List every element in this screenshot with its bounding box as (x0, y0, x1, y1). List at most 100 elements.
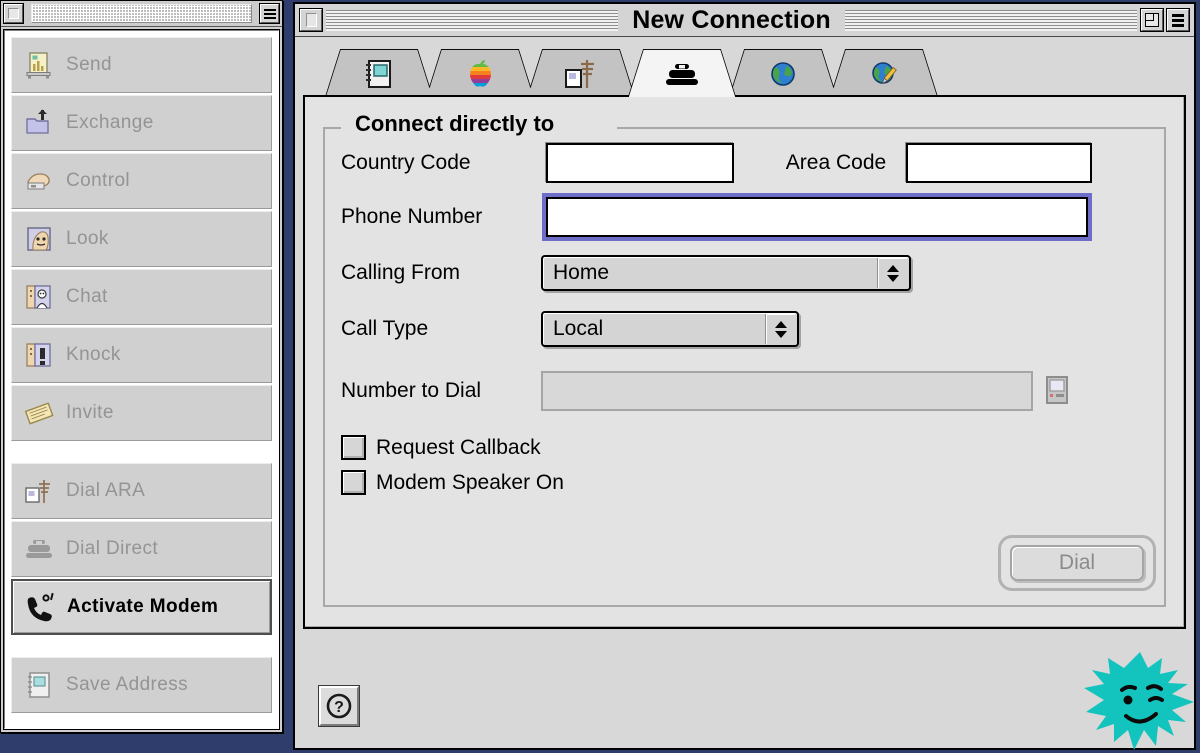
close-box[interactable] (299, 8, 323, 32)
groupbox-title: Connect directly to (349, 111, 561, 137)
request-callback-row[interactable]: Request Callback (341, 435, 1148, 460)
question-mark-icon: ? (326, 693, 352, 719)
palette-item-chat[interactable]: Chat (11, 269, 272, 325)
palette-item-save-address[interactable]: Save Address (11, 657, 272, 713)
telephone-icon (665, 58, 699, 90)
palette-item-activate-modem[interactable]: Activate Modem (11, 579, 272, 635)
tab-ara[interactable] (527, 49, 635, 97)
palette-item-dial-direct[interactable]: Dial Direct (11, 521, 272, 577)
apple-logo-icon (463, 58, 497, 90)
palette-item-label: Knock (66, 344, 121, 365)
palette-item-label: Dial Direct (66, 538, 159, 559)
palette-item-dial-ara[interactable]: Dial ARA (11, 463, 272, 519)
palette-group-divider (5, 443, 278, 457)
address-book-icon (24, 670, 54, 700)
window-content: Connect directly to Country Code Area Co… (295, 37, 1194, 750)
calling-from-label: Calling From (341, 261, 461, 284)
connection-form: Country Code Area Code Phone Number Call… (341, 143, 1148, 505)
country-code-label: Country Code (341, 151, 471, 174)
tab-setup[interactable] (830, 49, 938, 97)
palette-item-label: Dial ARA (66, 480, 146, 501)
title-stripes-right (844, 9, 1138, 31)
palette-item-label: Control (66, 170, 131, 191)
tab-apple[interactable] (426, 49, 534, 97)
calling-from-popup[interactable]: Home (541, 255, 911, 291)
send-document-icon (24, 50, 54, 80)
tab-telephone[interactable] (628, 49, 736, 97)
modem-speaker-checkbox[interactable] (341, 470, 366, 495)
invite-envelope-icon (24, 398, 54, 428)
modem-speaker-row[interactable]: Modem Speaker On (341, 470, 1148, 495)
address-book-icon (362, 58, 396, 90)
phone-number-label: Phone Number (341, 205, 483, 228)
number-to-dial-input (541, 371, 1033, 411)
country-area-row: Country Code Area Code (341, 143, 1148, 183)
control-hand-icon (24, 166, 54, 196)
modem-speaker-label: Modem Speaker On (376, 470, 564, 494)
look-face-icon (24, 224, 54, 254)
modem-phone-icon (25, 592, 55, 622)
tab-address-book[interactable] (325, 49, 433, 97)
calling-from-value: Home (553, 261, 610, 284)
phone-number-row: Phone Number (341, 193, 1148, 241)
request-callback-checkbox[interactable] (341, 435, 366, 460)
palette-item-control[interactable]: Control (11, 153, 272, 209)
call-type-value: Local (553, 317, 604, 340)
tab-internet[interactable] (729, 49, 837, 97)
chevron-updown-icon (765, 314, 795, 344)
dial-button-label: Dial (1010, 545, 1144, 581)
palette-item-knock[interactable]: Knock (11, 327, 272, 383)
call-type-popup[interactable]: Local (541, 311, 799, 347)
palette-close-box[interactable] (3, 3, 24, 24)
palette-item-label: Activate Modem (67, 596, 219, 617)
number-to-dial-row: Number to Dial (341, 371, 1148, 411)
globe-icon (766, 58, 800, 90)
collapse-box[interactable] (1166, 8, 1191, 32)
telephone-icon (24, 534, 54, 564)
palette-item-look[interactable]: Look (11, 211, 272, 267)
palette-item-label: Save Address (66, 674, 189, 695)
palette-content: Send Exchange Control Look Chat Knock In… (3, 29, 280, 730)
tab-bar (325, 45, 1186, 97)
palette-item-label: Look (66, 228, 109, 249)
exchange-folder-icon (24, 108, 54, 138)
palette-group-dialing: Dial ARA Dial Direct Activate Modem (5, 463, 278, 635)
ara-tower-icon (564, 58, 598, 90)
zoom-box[interactable] (1140, 8, 1165, 32)
dial-ara-tower-icon (24, 476, 54, 506)
country-code-input[interactable] (546, 143, 734, 183)
number-to-dial-label: Number to Dial (341, 379, 482, 402)
chevron-updown-icon (877, 258, 907, 288)
palette-item-send[interactable]: Send (11, 37, 272, 93)
window-title-bar[interactable]: New Connection (295, 4, 1194, 37)
phone-number-input[interactable] (542, 193, 1092, 241)
palette-title-bar[interactable] (1, 1, 282, 27)
desktop-background: Send Exchange Control Look Chat Knock In… (0, 0, 1200, 753)
palette-item-label: Exchange (66, 112, 154, 133)
palette-group-address: Save Address (5, 657, 278, 713)
telephone-tab-panel: Connect directly to Country Code Area Co… (303, 95, 1186, 629)
help-button[interactable]: ? (318, 685, 360, 727)
globe-pencil-icon (867, 58, 901, 90)
palette-title-texture (31, 4, 252, 23)
title-stripes-left (326, 9, 619, 31)
palette-item-label: Send (66, 54, 112, 75)
chat-icon (24, 282, 54, 312)
palette-item-label: Invite (66, 402, 114, 423)
svg-text:?: ? (334, 699, 344, 716)
computer-icon[interactable] (1043, 375, 1071, 407)
call-type-label: Call Type (341, 317, 429, 340)
new-connection-window: New Connection Connect directly to Count… (293, 2, 1196, 750)
call-type-row: Call Type Local (341, 311, 1148, 347)
calling-from-row: Calling From Home (341, 255, 1148, 291)
palette-item-invite[interactable]: Invite (11, 385, 272, 441)
connect-directly-groupbox: Connect directly to Country Code Area Co… (323, 111, 1166, 607)
request-callback-label: Request Callback (376, 435, 541, 459)
spiky-winking-mascot (1082, 650, 1198, 753)
page-title: New Connection (632, 5, 831, 34)
area-code-label: Area Code (785, 151, 887, 174)
palette-item-exchange[interactable]: Exchange (11, 95, 272, 151)
list-icon[interactable] (259, 3, 280, 24)
dial-button[interactable]: Dial (998, 535, 1156, 591)
area-code-input[interactable] (906, 143, 1092, 183)
